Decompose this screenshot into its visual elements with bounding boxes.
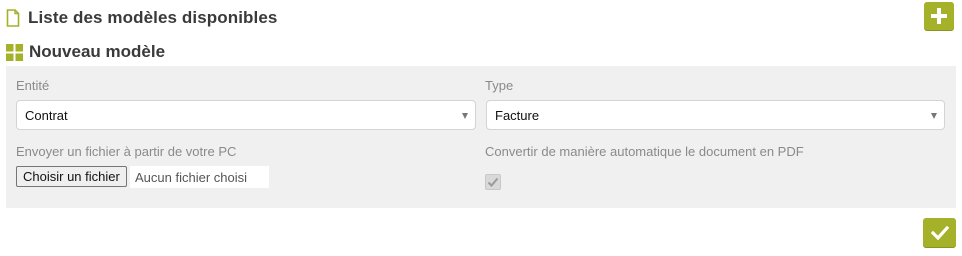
new-template-form: Entité Contrat Type Facture Envoyer un f… (6, 66, 956, 208)
add-template-button[interactable] (924, 2, 954, 30)
document-icon (6, 9, 20, 27)
submit-button[interactable] (923, 218, 956, 247)
section-title-text: Nouveau modèle (29, 42, 166, 61)
type-select-value: Facture (495, 107, 540, 123)
chevron-down-icon (462, 113, 468, 119)
choose-file-button[interactable]: Choisir un fichier (16, 166, 127, 187)
check-icon (930, 225, 949, 240)
entity-select-value: Contrat (25, 107, 68, 123)
convert-pdf-label: Convertir de manière automatique le docu… (485, 144, 804, 159)
list-title-text: Liste des modèles disponibles (28, 8, 278, 27)
list-title: Liste des modèles disponibles (6, 6, 277, 30)
entity-label: Entité (16, 78, 50, 93)
file-status: Aucun fichier choisi (130, 166, 269, 188)
upload-label: Envoyer un fichier à partir de votre PC (16, 144, 237, 159)
convert-pdf-checkbox[interactable] (485, 174, 501, 190)
entity-select[interactable]: Contrat (16, 100, 476, 130)
type-select[interactable]: Facture (486, 100, 945, 130)
grid-icon (6, 43, 23, 61)
plus-icon (931, 8, 947, 24)
checkmark-icon (487, 177, 499, 187)
type-label: Type (485, 78, 514, 93)
chevron-down-icon (931, 113, 937, 119)
new-template-title: Nouveau modèle (6, 40, 165, 64)
